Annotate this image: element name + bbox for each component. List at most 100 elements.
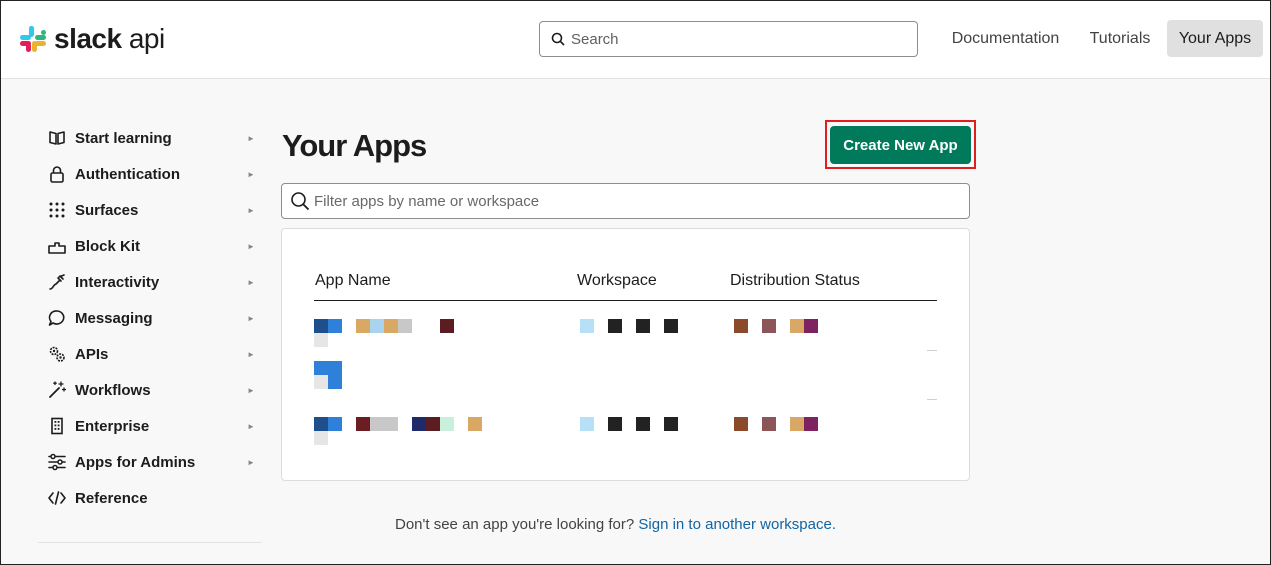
blocks-icon [48,242,66,254]
chevron-right-icon: ► [247,457,255,467]
slack-logo-icon [20,26,46,52]
redacted-block [608,319,622,333]
sidebar-item-label: Messaging [75,309,153,327]
redacted-block [356,319,370,333]
nav-documentation[interactable]: Documentation [940,20,1071,57]
redacted-block [790,417,804,431]
redacted-block [580,319,594,333]
redacted-block [790,319,804,333]
chevron-right-icon: ► [247,421,255,431]
building-icon [51,417,63,435]
chevron-right-icon: ► [247,241,255,251]
sidebar-item-label: Interactivity [75,273,160,291]
code-icon [48,491,66,505]
redacted-block [762,417,776,431]
row-divider [927,350,937,351]
sidebar-item-label: Start learning [75,129,172,147]
redacted-block [370,319,384,333]
lock-icon [50,166,64,183]
logo-text: slack api [54,23,165,54]
column-header-workspace: Workspace [577,272,657,289]
sidebar-item-block-kit[interactable]: Block Kit ► [38,232,262,260]
sidebar-item-workflows[interactable]: Workflows ► [38,376,262,404]
redacted-block [664,319,678,333]
page-title: Your Apps [282,128,427,163]
redacted-block [580,417,594,431]
redacted-block [426,417,440,431]
create-new-app-button[interactable]: Create New App [830,126,971,164]
magic-wand-icon [49,381,66,398]
redacted-block [314,375,328,389]
gears-icon [49,346,65,362]
grid-dots-icon [49,202,65,218]
footer-note: Don't see an app you're looking for? Sig… [395,516,836,533]
column-header-distribution-status: Distribution Status [730,272,860,289]
redacted-block [314,333,328,347]
sidebar-item-apis[interactable]: APIs ► [38,340,262,368]
redacted-block [328,417,342,431]
sidebar-item-label: Workflows [75,381,151,399]
redacted-block [314,431,328,445]
filter-placeholder: Filter apps by name or workspace [314,192,540,210]
redacted-block [398,319,412,333]
redacted-block [468,417,482,431]
sidebar-item-surfaces[interactable]: Surfaces ► [38,196,262,224]
chevron-right-icon: ► [247,133,255,143]
search-input[interactable]: Search [539,21,918,57]
filter-apps-input[interactable]: Filter apps by name or workspace [281,183,970,219]
redacted-block [356,417,370,431]
redacted-block [440,319,454,333]
redacted-block [734,319,748,333]
redacted-block [440,417,454,431]
sidebar-item-start-learning[interactable]: Start learning ► [38,124,262,152]
slack-api-logo[interactable]: slack api [18,24,165,54]
sidebar-item-messaging[interactable]: Messaging ► [38,304,262,332]
redacted-block [314,361,342,375]
redacted-block [608,417,622,431]
chat-bubble-icon [48,310,65,326]
sidebar-item-label: Reference [75,489,148,507]
redacted-block [370,417,384,431]
nav-your-apps[interactable]: Your Apps [1167,20,1263,57]
sidebar-item-label: Enterprise [75,417,150,435]
redacted-block [328,375,342,389]
sidebar-item-authentication[interactable]: Authentication ► [38,160,262,188]
table-row[interactable] [282,361,971,393]
table-row[interactable] [282,317,971,349]
redacted-block [314,417,328,431]
top-header: slack api Search Documentation Tutorials… [0,0,1271,79]
book-icon [49,131,65,145]
redacted-block [804,417,818,431]
redacted-block [804,319,818,333]
chevron-right-icon: ► [247,349,255,359]
nav-tutorials[interactable]: Tutorials [1080,20,1160,57]
chevron-right-icon: ► [247,313,255,323]
plug-icon [49,274,65,290]
row-divider [927,300,937,301]
footer-text: Don't see an app you're looking for? [395,516,635,533]
sidebar-divider [38,542,262,543]
chevron-right-icon: ► [247,205,255,215]
sidebar-item-label: Block Kit [75,237,141,255]
sidebar-item-label: APIs [75,345,109,363]
sidebar-item-interactivity[interactable]: Interactivity ► [38,268,262,296]
redacted-block [762,319,776,333]
sidebar-item-reference[interactable]: Reference [38,484,262,512]
sidebar-item-label: Surfaces [75,201,139,219]
sidebar-item-apps-for-admins[interactable]: Apps for Admins ► [38,448,262,476]
sign-in-another-workspace-link[interactable]: Sign in to another workspace. [638,516,836,533]
row-divider [927,399,937,400]
redacted-block [328,319,342,333]
redacted-block [384,319,398,333]
sidebar-item-label: Apps for Admins [75,453,196,471]
search-placeholder: Search [571,30,619,48]
table-row[interactable] [282,415,971,447]
redacted-block [664,417,678,431]
sidebar-item-enterprise[interactable]: Enterprise ► [38,412,262,440]
redacted-block [412,417,426,431]
redacted-block [636,319,650,333]
sliders-icon [48,453,66,471]
redacted-block [384,417,398,431]
search-icon [551,32,565,46]
column-header-app-name: App Name [315,272,391,289]
